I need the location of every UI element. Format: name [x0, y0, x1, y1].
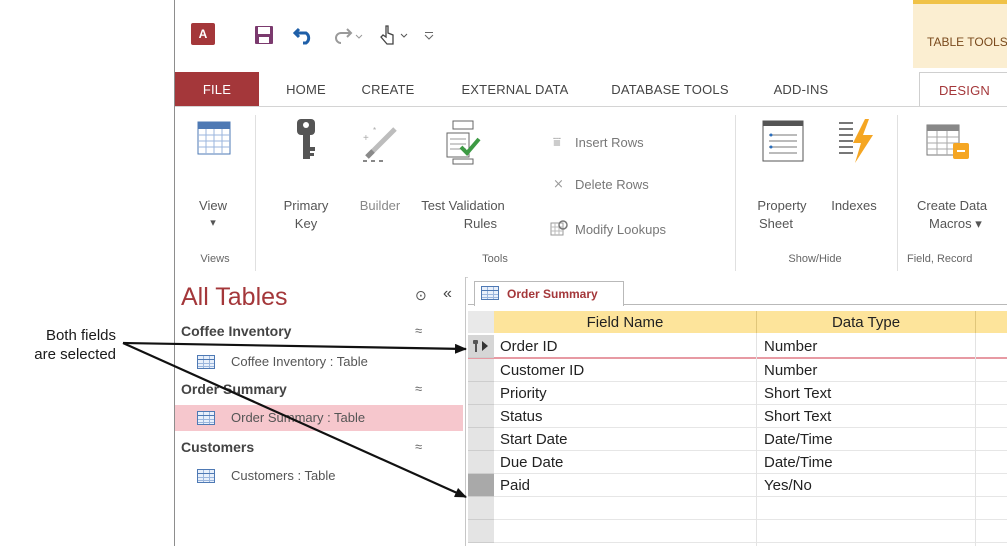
callout-arrows: [122, 341, 467, 499]
callout-arrow-to-order-id: [122, 341, 467, 354]
callout-arrow-to-paid: [122, 341, 467, 499]
